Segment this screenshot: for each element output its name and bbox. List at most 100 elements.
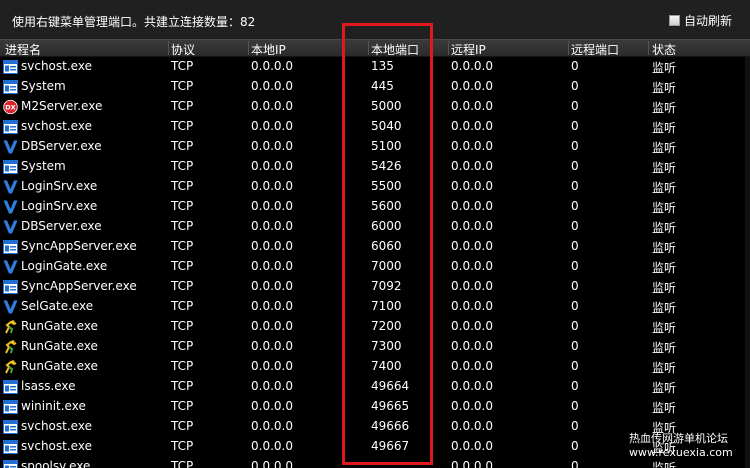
table-header: 进程名 协议 本地IP 本地端口 远程IP 远程端口 状态 xyxy=(0,39,750,57)
col-remote-ip[interactable]: 远程IP xyxy=(451,41,486,58)
svg-text:DX: DX xyxy=(5,104,15,112)
protocol-cell: TCP xyxy=(171,119,194,133)
remote-port-cell: 0 xyxy=(571,199,579,213)
v-icon xyxy=(3,199,18,214)
table-row[interactable]: LoginSrv.exe TCP 0.0.0.0 5600 0.0.0.0 0 监听 xyxy=(0,197,750,217)
table-row[interactable]: RunGate.exe TCP 0.0.0.0 7300 0.0.0.0 0 监听 xyxy=(0,337,750,357)
remote-ip-cell: 0.0.0.0 xyxy=(451,79,493,93)
column-divider[interactable] xyxy=(368,41,369,55)
remote-port-cell: 0 xyxy=(571,159,579,173)
local-port-cell: 5600 xyxy=(371,199,402,213)
col-local-ip[interactable]: 本地IP xyxy=(251,41,286,58)
remote-port-cell: 0 xyxy=(571,99,579,113)
remote-port-cell: 0 xyxy=(571,59,579,73)
protocol-cell: TCP xyxy=(171,279,194,293)
protocol-cell: TCP xyxy=(171,79,194,93)
remote-ip-cell: 0.0.0.0 xyxy=(451,179,493,193)
protocol-cell: TCP xyxy=(171,299,194,313)
local-port-cell: 7200 xyxy=(371,319,402,333)
window-icon xyxy=(3,59,18,74)
auto-refresh-label: 自动刷新 xyxy=(684,14,733,28)
auto-refresh-toggle[interactable]: 自动刷新 xyxy=(669,12,732,29)
table-row[interactable]: RunGate.exe TCP 0.0.0.0 7200 0.0.0.0 0 监听 xyxy=(0,317,750,337)
window-icon xyxy=(3,439,18,454)
col-local-port[interactable]: 本地端口 xyxy=(371,41,419,58)
column-divider[interactable] xyxy=(648,41,649,55)
process-name-cell: LoginSrv.exe xyxy=(21,179,98,193)
process-name-cell: lsass.exe xyxy=(21,379,76,393)
table-row[interactable]: svchost.exe TCP 0.0.0.0 5040 0.0.0.0 0 监听 xyxy=(0,117,750,137)
process-name-cell: wininit.exe xyxy=(21,399,86,413)
remote-port-cell: 0 xyxy=(571,179,579,193)
column-divider[interactable] xyxy=(448,41,449,55)
local-port-cell: 5100 xyxy=(371,139,402,153)
protocol-cell: TCP xyxy=(171,439,194,453)
remote-ip-cell: 0.0.0.0 xyxy=(451,439,493,453)
protocol-cell: TCP xyxy=(171,339,194,353)
table-row[interactable]: DX M2Server.exe TCP 0.0.0.0 5000 0.0.0.0 0 监听 xyxy=(0,97,750,117)
remote-port-cell: 0 xyxy=(571,359,579,373)
local-ip-cell: 0.0.0.0 xyxy=(251,299,293,313)
remote-ip-cell: 0.0.0.0 xyxy=(451,459,493,468)
column-divider[interactable] xyxy=(568,41,569,55)
table-row[interactable]: DBServer.exe TCP 0.0.0.0 6000 0.0.0.0 0 监听 xyxy=(0,217,750,237)
remote-ip-cell: 0.0.0.0 xyxy=(451,119,493,133)
remote-port-cell: 0 xyxy=(571,299,579,313)
process-name-cell: RunGate.exe xyxy=(21,319,98,333)
table-row[interactable]: svchost.exe TCP 0.0.0.0 135 0.0.0.0 0 监听 xyxy=(0,57,750,77)
remote-port-cell: 0 xyxy=(571,219,579,233)
remote-port-cell: 0 xyxy=(571,419,579,433)
protocol-cell: TCP xyxy=(171,199,194,213)
protocol-cell: TCP xyxy=(171,379,194,393)
auto-refresh-checkbox[interactable] xyxy=(669,15,680,26)
protocol-cell: TCP xyxy=(171,59,194,73)
col-state[interactable]: 状态 xyxy=(652,41,676,58)
state-cell: 监听 xyxy=(652,121,677,135)
local-port-cell: 135 xyxy=(371,59,394,73)
table-row[interactable]: SyncAppServer.exe TCP 0.0.0.0 6060 0.0.0.0 0 监… xyxy=(0,237,750,257)
column-divider[interactable] xyxy=(168,41,169,55)
protocol-cell: TCP xyxy=(171,399,194,413)
table-row[interactable]: RunGate.exe TCP 0.0.0.0 7400 0.0.0.0 0 监听 xyxy=(0,357,750,377)
remote-port-cell: 0 xyxy=(571,319,579,333)
state-cell: 监听 xyxy=(652,381,677,395)
window-icon xyxy=(3,119,18,134)
runner-icon xyxy=(3,319,18,334)
col-protocol[interactable]: 协议 xyxy=(171,41,195,58)
process-name-cell: LoginSrv.exe xyxy=(21,199,98,213)
remote-ip-cell: 0.0.0.0 xyxy=(451,339,493,353)
table-row[interactable]: System TCP 0.0.0.0 5426 0.0.0.0 0 监听 xyxy=(0,157,750,177)
process-name-cell: svchost.exe xyxy=(21,59,92,73)
local-ip-cell: 0.0.0.0 xyxy=(251,279,293,293)
state-cell: 监听 xyxy=(652,81,677,95)
process-name-cell: M2Server.exe xyxy=(21,99,103,113)
table-row[interactable]: lsass.exe TCP 0.0.0.0 49664 0.0.0.0 0 监听 xyxy=(0,377,750,397)
local-ip-cell: 0.0.0.0 xyxy=(251,419,293,433)
process-name-cell: System xyxy=(21,159,66,173)
vertical-scrollbar[interactable] xyxy=(745,57,750,468)
remote-ip-cell: 0.0.0.0 xyxy=(451,199,493,213)
table-row[interactable]: DBServer.exe TCP 0.0.0.0 5100 0.0.0.0 0 监听 xyxy=(0,137,750,157)
protocol-cell: TCP xyxy=(171,319,194,333)
protocol-cell: TCP xyxy=(171,259,194,273)
runner-icon xyxy=(3,339,18,354)
remote-port-cell: 0 xyxy=(571,439,579,453)
table-row[interactable]: SelGate.exe TCP 0.0.0.0 7100 0.0.0.0 0 监听 xyxy=(0,297,750,317)
local-ip-cell: 0.0.0.0 xyxy=(251,319,293,333)
state-cell: 监听 xyxy=(652,61,677,75)
table-row[interactable]: LoginSrv.exe TCP 0.0.0.0 5500 0.0.0.0 0 监听 xyxy=(0,177,750,197)
local-ip-cell: 0.0.0.0 xyxy=(251,399,293,413)
local-ip-cell: 0.0.0.0 xyxy=(251,59,293,73)
remote-port-cell: 0 xyxy=(571,259,579,273)
table-row[interactable]: wininit.exe TCP 0.0.0.0 49665 0.0.0.0 0 监听 xyxy=(0,397,750,417)
state-cell: 监听 xyxy=(652,261,677,275)
local-ip-cell: 0.0.0.0 xyxy=(251,219,293,233)
table-row[interactable]: SyncAppServer.exe TCP 0.0.0.0 7092 0.0.0.0 0 监… xyxy=(0,277,750,297)
remote-port-cell: 0 xyxy=(571,139,579,153)
table-row[interactable]: LoginGate.exe TCP 0.0.0.0 7000 0.0.0.0 0 监听 xyxy=(0,257,750,277)
col-remote-port[interactable]: 远程端口 xyxy=(571,41,619,58)
column-divider[interactable] xyxy=(248,41,249,55)
state-cell: 监听 xyxy=(652,401,677,415)
table-row[interactable]: System TCP 0.0.0.0 445 0.0.0.0 0 监听 xyxy=(0,77,750,97)
col-process-name[interactable]: 进程名 xyxy=(5,41,41,58)
